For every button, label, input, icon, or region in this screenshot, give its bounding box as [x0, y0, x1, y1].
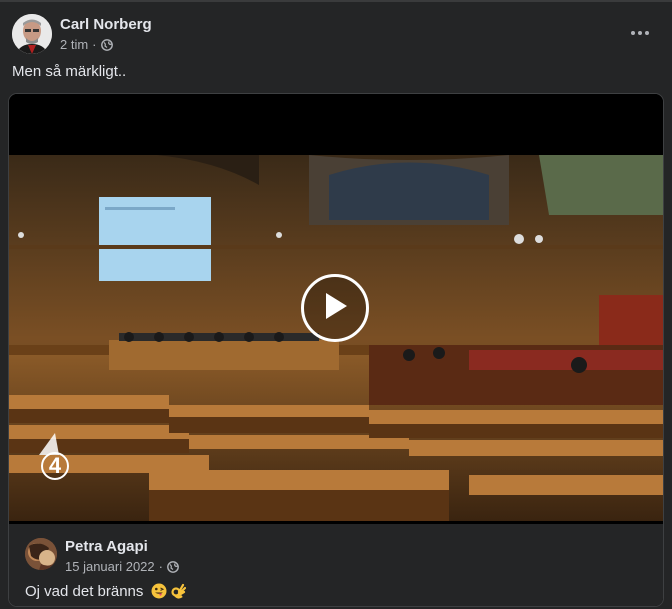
meta-separator: ·: [92, 37, 97, 52]
meta-separator: ·: [158, 559, 163, 574]
top-divider: [0, 0, 672, 2]
author-avatar[interactable]: [12, 14, 52, 54]
play-icon: [321, 291, 349, 326]
channel-watermark: 4: [41, 452, 69, 480]
ok-hand-emoji: [170, 583, 186, 599]
face-with-tongue-emoji: [151, 583, 167, 599]
globe-icon: [167, 560, 179, 573]
shared-author-avatar[interactable]: [25, 538, 57, 570]
post-time[interactable]: 2 tim: [60, 37, 88, 52]
video-player[interactable]: 4: [9, 94, 663, 523]
shared-author-name[interactable]: Petra Agapi: [65, 538, 148, 555]
shared-post[interactable]: 4 Petra Agapi 15 januari 2022 · Oj vad d…: [8, 93, 664, 607]
shared-post-date[interactable]: 15 januari 2022: [65, 559, 155, 574]
shared-post-footer: Petra Agapi 15 januari 2022 · Oj vad det…: [9, 524, 663, 606]
shared-post-meta: 15 januari 2022 ·: [65, 559, 179, 574]
shared-post-text: Oj vad det bränns: [25, 583, 186, 600]
play-button[interactable]: [301, 274, 369, 342]
globe-icon: [100, 38, 113, 51]
post-text: Men så märkligt..: [12, 63, 127, 80]
post-header: Carl Norberg 2 tim ·: [12, 14, 660, 54]
post-meta: 2 tim ·: [60, 37, 113, 52]
more-options-icon: [630, 23, 650, 41]
more-options-button[interactable]: [626, 18, 654, 46]
author-name[interactable]: Carl Norberg: [60, 16, 152, 33]
shared-post-text-content: Oj vad det bränns: [25, 583, 144, 600]
